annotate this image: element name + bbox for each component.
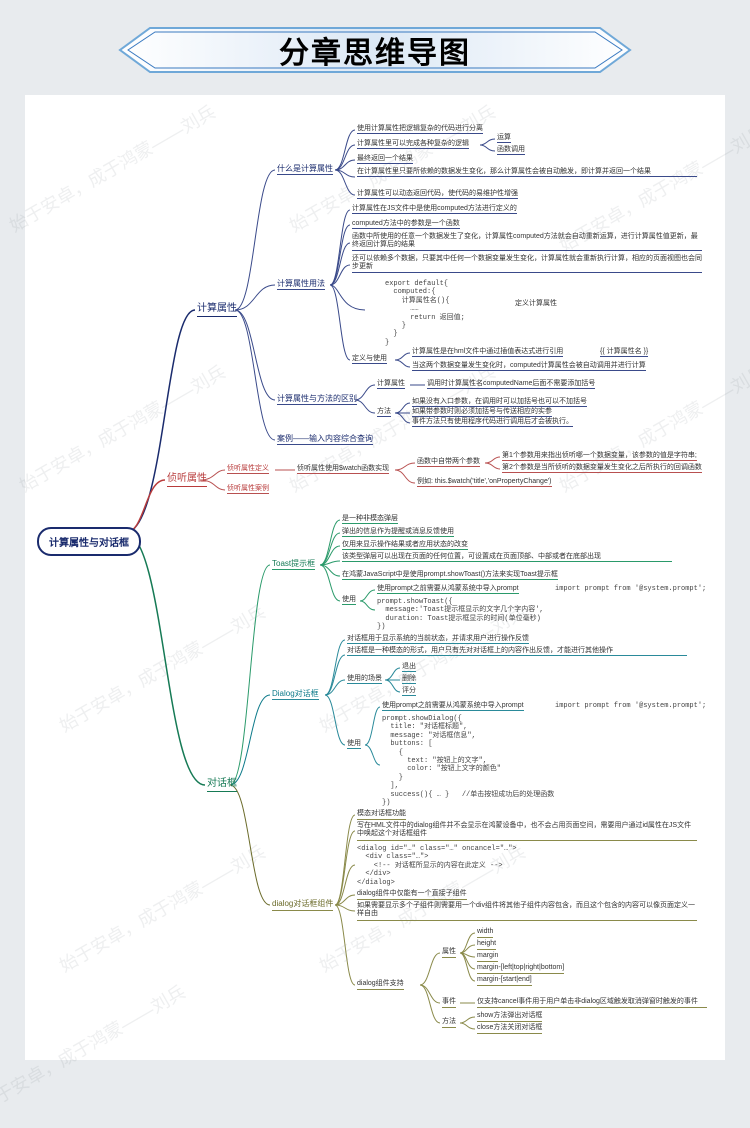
code-snippet: prompt.showDialog({ title: "对话框标题", mess…	[382, 715, 554, 807]
leaf: 该类型弹层可以出现在页面的任何位置，可设置成在页面顶部、中部或者在底部出现	[342, 553, 672, 562]
leaf: 评分	[402, 687, 416, 696]
node[interactable]: 计算属性与方法的区别	[277, 394, 357, 405]
leaf: width	[477, 928, 493, 938]
mindmap-root[interactable]: 计算属性与对话框	[37, 527, 141, 556]
page-banner: 分章思维导图	[110, 20, 640, 80]
leaf[interactable]: 事件	[442, 998, 456, 1008]
leaf: 如果带参数时则必须加括号与传送相应的实参	[412, 408, 552, 417]
leaf[interactable]: 属性	[442, 948, 456, 958]
leaf: 退出	[402, 663, 416, 672]
leaf: 在鸿蒙JavaScript中是使用prompt.showToast()方法来实现…	[342, 571, 558, 580]
leaf: margin-[left|top|right|bottom]	[477, 964, 564, 974]
node-dlg[interactable]: Dialog对话框	[272, 689, 319, 700]
leaf[interactable]: 计算属性	[377, 380, 405, 389]
leaf: 弹出的信息作为提醒或消息反馈使用	[342, 528, 454, 537]
node-computed[interactable]: 计算属性	[197, 303, 237, 317]
node-dialog-comp[interactable]: dialog对话框组件	[272, 899, 333, 911]
code-snippet: <dialog id="…" class="…" oncancel="…"> <…	[357, 845, 517, 887]
watermark: 始于安卓，成于鸿蒙——刘兵	[0, 978, 190, 1118]
leaf: 例如: this.$watch('title','onPropertyChang…	[417, 478, 552, 487]
leaf: 在计算属性里只要所依赖的数据发生变化，那么计算属性会被自动触发，即计算并返回一个…	[357, 168, 697, 177]
leaf: computed方法中的参数是一个函数	[352, 220, 460, 229]
leaf: 使用计算属性把逻辑复杂的代码进行分离	[357, 125, 483, 134]
node[interactable]: 计算属性用法	[277, 279, 325, 290]
leaf[interactable]: 方法	[442, 1018, 456, 1028]
leaf: 写在HML文件中的dialog组件并不会显示在鸿蒙设备中，也不会占用页面空间，需…	[357, 822, 697, 841]
leaf: 计算属性在JS文件中是使用computed方法进行定义的	[352, 205, 517, 214]
leaf: close方法关闭对话框	[477, 1024, 542, 1034]
leaf[interactable]: dialog组件支持	[357, 980, 404, 990]
leaf: margin	[477, 952, 498, 962]
watermark: 始于安卓，成于鸿蒙——刘兵	[54, 598, 270, 738]
leaf: 还可以依赖多个数据，只要其中任何一个数据变量发生变化，计算属性就会重新执行计算，…	[352, 255, 702, 273]
node-dialog[interactable]: 对话框	[207, 778, 237, 792]
leaf: height	[477, 940, 496, 950]
code-snippet: prompt.showToast({ message:'Toast提示框显示的文…	[377, 598, 544, 632]
leaf: 计算属性可以动态返回代码，使代码的易维护性增强	[357, 190, 518, 199]
node-watch[interactable]: 侦听属性	[167, 473, 207, 487]
leaf: 函数中所使用的任意一个数据发生了变化，计算属性computed方法就会自动重新运…	[352, 233, 702, 251]
leaf: 模态对话框功能	[357, 810, 406, 820]
node[interactable]: 什么是计算属性	[277, 164, 333, 175]
leaf: 当这两个数据变量发生变化时，computed计算属性会被自动调用并进行计算	[412, 362, 646, 371]
leaf: 调用时计算属性名computedName后面不需要添加括号	[427, 380, 595, 389]
leaf: 如果没有入口参数，在调用时可以加括号也可以不加括号	[412, 398, 587, 407]
leaf[interactable]: 使用	[342, 596, 356, 605]
leaf[interactable]: 使用的场景	[347, 675, 382, 684]
leaf: 侦听属性使用$watch函数实现	[297, 465, 389, 474]
leaf[interactable]: 定义与使用	[352, 355, 387, 364]
node-toast[interactable]: Toast提示框	[272, 559, 315, 570]
leaf: 函数中自带两个参数	[417, 458, 480, 467]
leaf: 使用prompt之前需要从鸿蒙系统中导入prompt	[382, 702, 524, 711]
leaf: 对话框是一种模态的形式，用户只有先对对话框上的内容作出反馈，才能进行其他操作	[347, 647, 687, 656]
node[interactable]: 侦听属性定义	[227, 465, 269, 474]
leaf: 计算属性里可以完成各种复杂的逻辑	[357, 140, 469, 149]
leaf: 第2个参数是当所侦听的数据变量发生变化之后所执行的回调函数	[502, 464, 702, 473]
watermark: 始于安卓，成于鸿蒙——刘兵	[54, 838, 270, 978]
leaf: 最终返回一个结果	[357, 155, 413, 164]
page-title: 分章思维导图	[279, 28, 471, 72]
mindmap-sheet: 始于安卓，成于鸿蒙——刘兵 始于安卓，成于鸿蒙——刘兵 始于安卓，成于鸿蒙——刘…	[25, 95, 725, 1060]
leaf: margin-[start|end]	[477, 976, 532, 986]
watermark: 始于安卓，成于鸿蒙——刘兵	[4, 98, 220, 238]
code-snippet: import prompt from '@system.prompt';	[555, 702, 706, 710]
node[interactable]: 侦听属性案例	[227, 485, 269, 494]
leaf: 第1个参数用来指出侦听哪一个数据变量，该参数的值是字符串;	[502, 452, 697, 461]
leaf: dialog组件中仅能有一个直接子组件	[357, 890, 467, 900]
code-snippet: export default{ computed:{ 计算属性名(){ …… r…	[385, 280, 465, 347]
leaf: 事件方法只有使用程序代码进行调用后才会被执行。	[412, 418, 573, 427]
leaf: 删除	[402, 675, 416, 684]
leaf: 运算	[497, 134, 511, 143]
leaf: {{ 计算属性名 }}	[600, 348, 648, 357]
leaf: 仅用来显示操作结果或者应用状态的改变	[342, 541, 468, 550]
leaf[interactable]: 使用	[347, 740, 361, 749]
leaf: 仅支持cancel事件用于用户单击非dialog区域触发取消弹窗时触发的事件	[477, 998, 707, 1008]
leaf: 计算属性是在hml文件中通过插值表达式进行引用	[412, 348, 563, 357]
leaf: 函数调用	[497, 146, 525, 155]
leaf[interactable]: 方法	[377, 408, 391, 417]
leaf: 定义计算属性	[515, 300, 557, 308]
leaf: 如果需要显示多个子组件则需要用一个div组件将其他子组件内容包含，而且这个包含的…	[357, 902, 697, 921]
leaf: 是一种非模态弹层	[342, 515, 398, 524]
leaf: show方法弹出对话框	[477, 1012, 542, 1022]
leaf: 对话框用于显示系统的当前状态，并请求用户进行操作反馈	[347, 635, 529, 644]
leaf: 使用prompt之前需要从鸿蒙系统中导入prompt	[377, 585, 519, 594]
node[interactable]: 案例——输入内容综合查询	[277, 434, 373, 445]
code-snippet: import prompt from '@system.prompt';	[555, 585, 706, 593]
